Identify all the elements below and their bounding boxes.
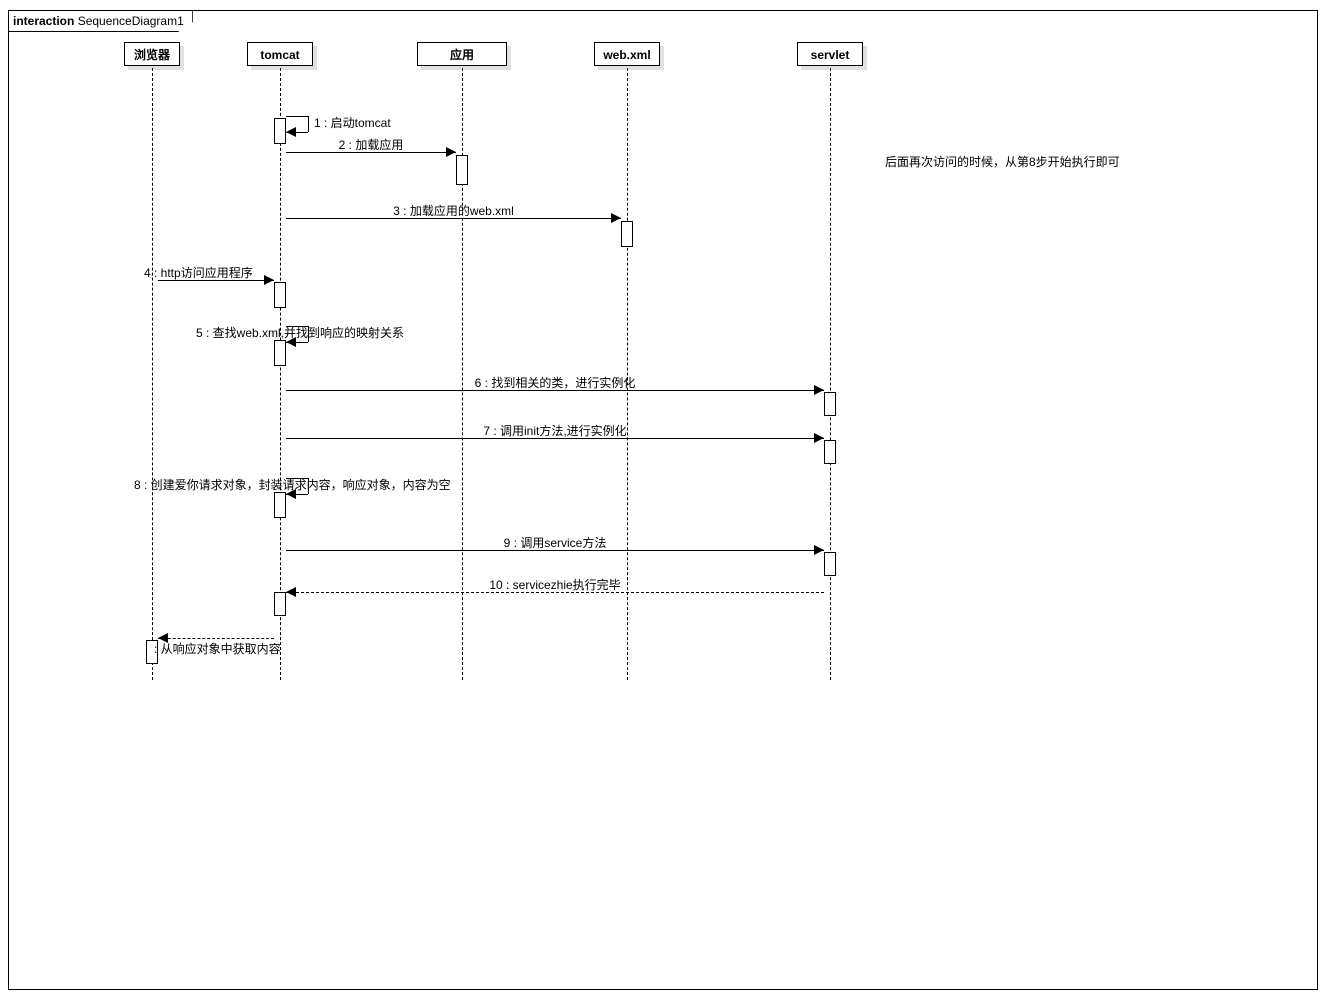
message-label-6: 6 : 找到相关的类，进行实例化	[286, 374, 824, 391]
message-label-1: 1 : 启动tomcat	[314, 114, 391, 131]
side-note: 后面再次访问的时候，从第8步开始执行即可	[885, 153, 1120, 170]
self-call-side-1	[308, 116, 309, 132]
lifeline-line-tomcat	[280, 68, 281, 680]
activation-app-1	[456, 155, 468, 185]
activation-tomcat-7	[274, 492, 286, 518]
message-label-11: : 从响应对象中获取内容	[154, 640, 281, 657]
lifeline-line-browser	[152, 68, 153, 680]
lifeline-head-browser: 浏览器	[124, 42, 180, 66]
diagram-canvas: interaction SequenceDiagram1 浏览器tomcat应用…	[0, 0, 1325, 997]
message-arrow-4	[264, 275, 274, 285]
lifeline-line-servlet	[830, 68, 831, 680]
activation-tomcat-9	[274, 592, 286, 616]
activation-tomcat-4	[274, 340, 286, 366]
lifeline-head-servlet: servlet	[797, 42, 863, 66]
self-call-top-1	[286, 116, 308, 117]
activation-servlet-5	[824, 392, 836, 416]
message-label-4: 4 : http访问应用程序	[144, 264, 253, 281]
activation-tomcat-0	[274, 118, 286, 144]
lifeline-head-app: 应用	[417, 42, 507, 66]
activation-webxml-2	[621, 221, 633, 247]
message-label-7: 7 : 调用init方法,进行实例化	[286, 422, 824, 439]
lifeline-head-tomcat: tomcat	[247, 42, 313, 66]
message-label-5: 5 : 查找web.xml,并找到响应的映射关系	[196, 324, 404, 341]
message-label-10: 10 : servicezhie执行完毕	[286, 576, 824, 593]
activation-servlet-6	[824, 440, 836, 464]
activation-servlet-8	[824, 552, 836, 576]
message-label-8: 8 : 创建爱你请求对象，封装请求内容，响应对象，内容为空	[134, 476, 451, 493]
diagram-layer: 浏览器 tomcat 应用 web.xml servlet 1 : 启动tomcat 2 :…	[0, 0, 1325, 997]
activation-tomcat-3	[274, 282, 286, 308]
message-line-11	[158, 638, 274, 639]
lifeline-head-webxml: web.xml	[594, 42, 660, 66]
message-label-2: 2 : 加载应用	[286, 136, 456, 153]
message-label-3: 3 : 加载应用的web.xml	[286, 202, 621, 219]
message-label-9: 9 : 调用service方法	[286, 534, 824, 551]
